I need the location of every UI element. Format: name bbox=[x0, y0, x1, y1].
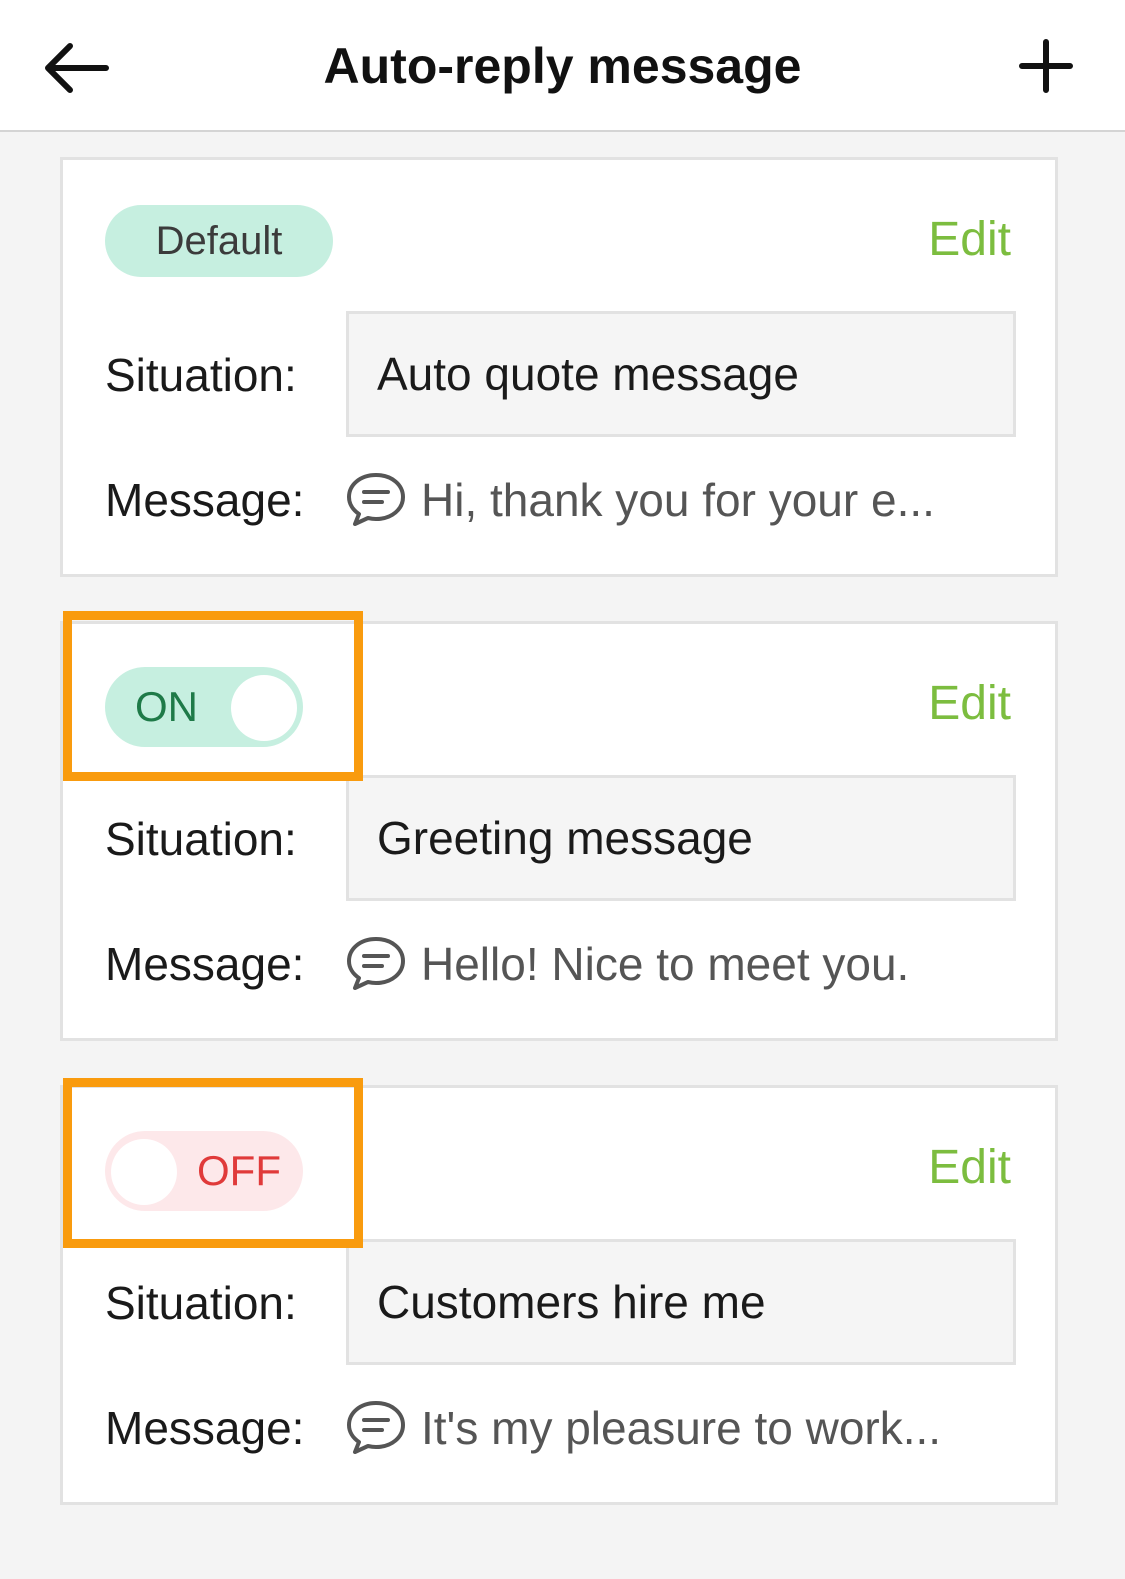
default-badge: Default bbox=[105, 205, 333, 277]
chat-bubble-icon bbox=[347, 1401, 405, 1454]
message-preview: Hello! Nice to meet you. bbox=[421, 938, 910, 990]
toggle-label: OFF bbox=[197, 1147, 281, 1194]
top-bar: Auto-reply message bbox=[0, 0, 1125, 132]
toggle-label: ON bbox=[135, 683, 198, 730]
situation-field: Greeting message bbox=[346, 775, 1016, 901]
message-preview: Hi, thank you for your e... bbox=[421, 474, 935, 526]
toggle-knob bbox=[111, 1139, 177, 1205]
message-label: Message: bbox=[105, 1402, 305, 1454]
chat-bubble-icon bbox=[347, 937, 405, 990]
auto-reply-card-hire: OFF Edit Situation: Customers hire me Me… bbox=[60, 1085, 1058, 1505]
plus-icon[interactable] bbox=[1016, 36, 1076, 96]
status-toggle[interactable]: OFF bbox=[105, 1131, 303, 1211]
auto-reply-card-auto-quote: Default Edit Situation: Auto quote messa… bbox=[60, 157, 1058, 577]
situation-label: Situation: bbox=[105, 1277, 297, 1329]
message-label: Message: bbox=[105, 938, 305, 990]
auto-reply-card-greeting: ON Edit Situation: Greeting message Mess… bbox=[60, 621, 1058, 1041]
message-label: Message: bbox=[105, 474, 305, 526]
situation-label: Situation: bbox=[105, 813, 297, 865]
edit-button[interactable]: Edit bbox=[928, 210, 1011, 270]
toggle-knob bbox=[231, 675, 297, 741]
situation-field: Auto quote message bbox=[346, 311, 1016, 437]
message-preview: It's my pleasure to work... bbox=[421, 1402, 942, 1454]
situation-field: Customers hire me bbox=[346, 1239, 1016, 1365]
edit-button[interactable]: Edit bbox=[928, 674, 1011, 734]
edit-button[interactable]: Edit bbox=[928, 1138, 1011, 1198]
status-toggle[interactable]: ON bbox=[105, 667, 303, 747]
page-title: Auto-reply message bbox=[323, 38, 802, 94]
situation-label: Situation: bbox=[105, 349, 297, 401]
chat-bubble-icon bbox=[347, 473, 405, 526]
